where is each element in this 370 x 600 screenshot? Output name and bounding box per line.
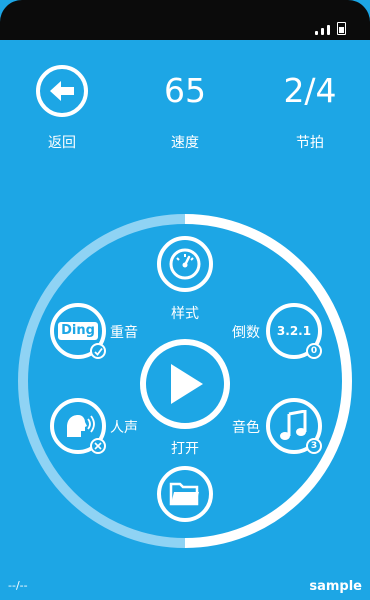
accent-button[interactable]: Ding xyxy=(50,303,106,359)
voice-button[interactable] xyxy=(50,398,106,454)
play-icon xyxy=(171,364,203,404)
sound-badge: 3 xyxy=(306,438,322,454)
style-label: 样式 xyxy=(171,306,199,322)
accent-icon-text: Ding xyxy=(58,322,98,340)
accent-label: 重音 xyxy=(110,325,138,341)
voice-head-icon xyxy=(67,415,95,437)
app-screen: 返回 65 速度 2/4 节拍 样式 Ding 重音 3.2.1 0 倒数 人声… xyxy=(0,0,370,600)
music-note-icon xyxy=(280,410,307,440)
footer-sample: sample xyxy=(309,579,362,594)
sound-label: 音色 xyxy=(232,420,260,436)
style-button[interactable] xyxy=(157,236,213,292)
sound-button[interactable]: 3 xyxy=(266,398,322,454)
countdown-button[interactable]: 3.2.1 0 xyxy=(266,303,322,359)
open-label: 打开 xyxy=(171,441,199,457)
voice-label: 人声 xyxy=(110,420,138,436)
play-button[interactable] xyxy=(140,339,230,429)
countdown-icon-text: 3.2.1 xyxy=(276,324,312,338)
open-button[interactable] xyxy=(157,466,213,522)
folder-icon xyxy=(169,482,199,506)
countdown-badge: 0 xyxy=(306,343,322,359)
footer-position: --/-- xyxy=(8,579,28,592)
gauge-icon xyxy=(169,248,201,280)
countdown-label: 倒数 xyxy=(232,325,260,341)
check-icon xyxy=(90,343,106,359)
mute-x-icon xyxy=(90,438,106,454)
